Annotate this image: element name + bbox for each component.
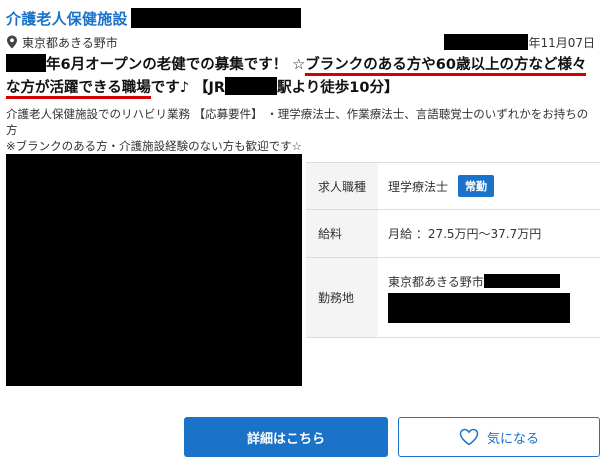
- location-text: 東京都あきる野市: [22, 35, 118, 50]
- salary-row: 給料 月給 ：27.5万円〜37.7万円: [306, 210, 600, 258]
- job-description: 介護老人保健施設でのリハビリ業務 【応募要件】 ・理学療法士、作業療法士、言語聴…: [6, 106, 596, 154]
- redacted-address: [483, 274, 560, 288]
- redacted-year: [6, 54, 46, 72]
- redacted-facility-name: [130, 8, 301, 28]
- pin-icon: [7, 35, 17, 49]
- salary-value: 月給 ：27.5万円〜37.7万円: [378, 210, 600, 257]
- headline-underlined-2: な方が活躍できる職場: [6, 80, 151, 99]
- posted-date: 年11月07日: [444, 33, 595, 51]
- occupation-value: 理学療法士: [388, 179, 449, 194]
- redacted-station: [225, 77, 278, 95]
- view-details-button[interactable]: 詳細はこちら: [184, 417, 388, 457]
- headline-underlined-1: ブランクのある方や60歳以上の方など様々: [305, 57, 587, 76]
- redacted-address: [388, 292, 570, 323]
- workplace-label: 勤務地: [306, 258, 378, 337]
- workplace-cell: 東京都あきる野市: [378, 258, 600, 337]
- workplace-value: 東京都あきる野市: [388, 274, 484, 289]
- address-line: 東京都あきる野市: [388, 273, 570, 290]
- occupation-label: 求人職種: [306, 163, 378, 209]
- redacted-year: [444, 34, 529, 50]
- workplace-row: 勤務地 東京都あきる野市: [306, 258, 600, 338]
- headline-part1: 年6月オープンの老健での募集です！ ☆: [46, 57, 306, 73]
- favorite-label: 気になる: [486, 431, 539, 447]
- description-line: 介護老人保健施設でのリハビリ業務 【応募要件】 ・理学療法士、作業療法士、言語聴…: [6, 107, 589, 137]
- occupation-row: 求人職種 理学療法士 常勤: [306, 162, 600, 210]
- headline-part2: です♪ 【JR: [150, 80, 226, 96]
- date-text: 年11月07日: [528, 35, 595, 50]
- headline-part3: 駅より徒歩10分】: [277, 80, 399, 96]
- description-line: ※ブランクのある方・介護施設経験のない方も歓迎です☆: [6, 139, 302, 153]
- occupation-cell: 理学療法士 常勤: [378, 163, 600, 209]
- salary-label: 給料: [306, 210, 378, 257]
- job-headline: 年6月オープンの老健での募集です！ ☆ブランクのある方や60歳以上の方など様々な…: [6, 54, 596, 100]
- job-title[interactable]: 介護老人保健施設: [6, 8, 128, 29]
- employment-type-badge: 常勤: [458, 175, 495, 197]
- heart-icon: [459, 428, 479, 446]
- job-details-table: 求人職種 理学療法士 常勤 給料 月給 ：27.5万円〜37.7万円 勤務地 東…: [306, 162, 600, 338]
- location-row: 東京都あきる野市: [6, 33, 118, 51]
- redacted-facility-photo: [6, 154, 302, 386]
- job-title-row: 介護老人保健施設: [6, 6, 301, 30]
- favorite-button[interactable]: 気になる: [398, 417, 600, 457]
- address-block: 東京都あきる野市: [388, 273, 570, 323]
